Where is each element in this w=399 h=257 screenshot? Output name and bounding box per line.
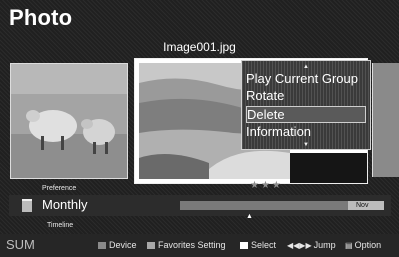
menu-item-information[interactable]: Information [246, 123, 366, 140]
tools-icon: ▤ [345, 241, 353, 250]
select-hint-label: Select [251, 240, 277, 250]
current-filename: Image001.jpg [163, 40, 236, 54]
preference-label: Preference [42, 185, 77, 192]
option-hint-label: Option [354, 240, 382, 250]
option-hint[interactable]: ▤ Option [345, 239, 381, 252]
jump-hint-label: Jump [313, 240, 336, 250]
calendar-icon [22, 199, 32, 212]
sum-label: SUM [6, 237, 35, 252]
favorites-hint-label: Favorites Setting [158, 240, 226, 250]
timeline-month-label: Nov [356, 202, 369, 209]
favorites-key-icon [147, 242, 155, 249]
device-hint[interactable]: Device [98, 239, 137, 251]
select-hint[interactable]: Select [240, 239, 276, 251]
menu-item-delete[interactable]: Delete [246, 106, 366, 123]
rewind-fastforward-icon: ◀◀▶▶ [287, 241, 312, 250]
timeline-position-marker: ▲ [246, 213, 253, 220]
timeline-view-value[interactable]: Monthly [42, 197, 88, 212]
device-key-icon [98, 242, 106, 249]
timeline-bar[interactable] [180, 201, 348, 210]
photo-browser-screen: Photo Image001.jpg ▲ Play Current Group … [0, 0, 399, 257]
photo-frame-shadow [290, 153, 367, 183]
app-title: Photo [9, 5, 73, 30]
menu-item-rotate[interactable]: Rotate [246, 87, 366, 104]
device-hint-label: Device [109, 240, 137, 250]
sheep-photo-image [11, 64, 127, 178]
timeline-label: Timeline [47, 222, 74, 229]
previous-photo-thumbnail[interactable] [10, 63, 128, 179]
menu-scroll-down-icon[interactable]: ▼ [242, 142, 370, 148]
select-key-icon [240, 242, 248, 249]
favorites-hint[interactable]: Favorites Setting [147, 239, 226, 251]
menu-item-play-current-group[interactable]: Play Current Group [246, 70, 366, 87]
next-photo-thumbnail[interactable] [372, 63, 399, 177]
option-menu: ▲ Play Current Group Rotate Delete Infor… [241, 60, 371, 150]
jump-hint[interactable]: ◀◀▶▶ Jump [287, 239, 336, 252]
rating-stars: ★★★ [250, 180, 283, 191]
